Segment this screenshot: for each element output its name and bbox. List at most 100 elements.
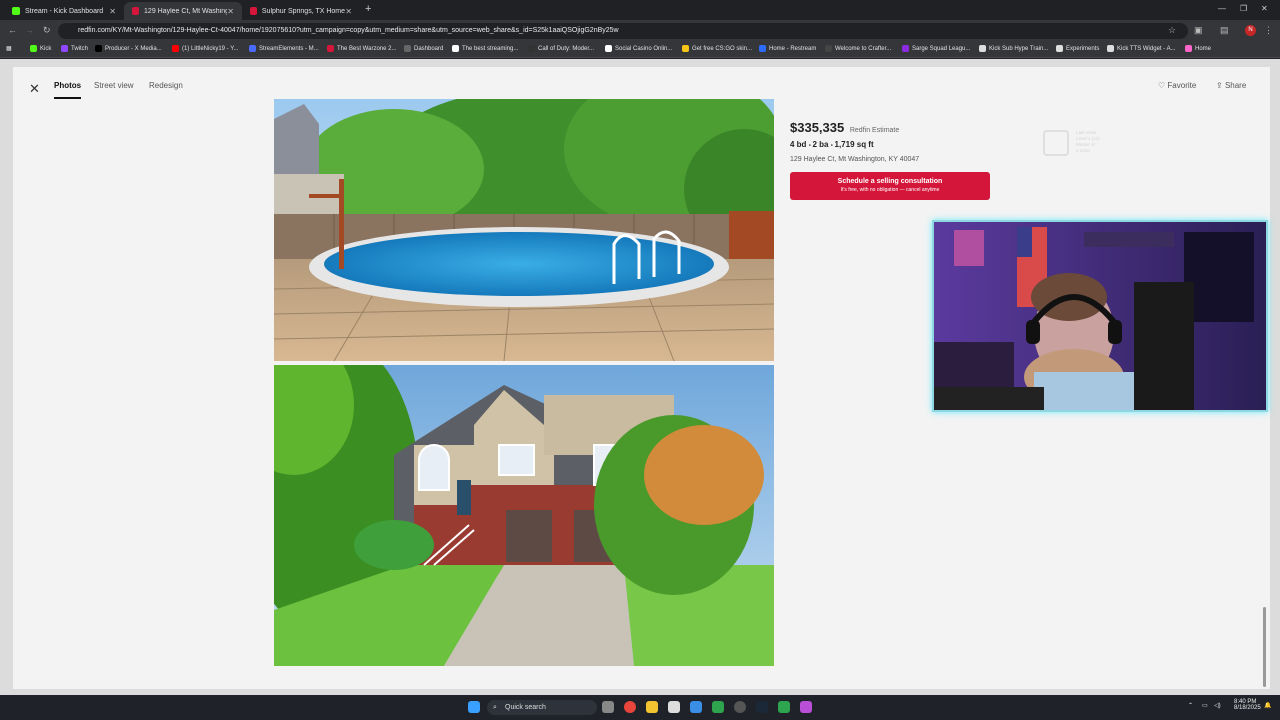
close-icon[interactable]: ✕ [345, 7, 352, 16]
kick-tts-icon [1107, 45, 1114, 52]
tray-chevron-icon[interactable]: ⌃ [1188, 702, 1193, 709]
close-icon[interactable]: ✕ [227, 7, 234, 16]
bookmark-item[interactable]: Kick Sub Hype Train... [979, 45, 1048, 52]
forward-icon[interactable]: → [25, 25, 34, 35]
bookmark-item[interactable]: Sarge Squad Leagu... [902, 45, 970, 52]
redfin-icon [250, 7, 257, 15]
bookmark-item[interactable]: Kick TTS Widget - A... [1107, 45, 1176, 52]
bookmark-item[interactable]: Social Casino Onlin... [605, 45, 672, 52]
ghost-line: a Scko [1076, 148, 1090, 153]
bookmark-label: Twitch [71, 45, 89, 52]
bookmark-item[interactable]: Home [1185, 45, 1211, 52]
heart-icon: ♡ [1158, 81, 1168, 90]
profile-avatar[interactable]: N [1245, 25, 1256, 36]
volume-icon[interactable]: ◁) [1214, 702, 1221, 709]
bookmark-label: Experiments [1066, 45, 1100, 52]
close-icon[interactable]: ✕ [109, 7, 116, 16]
menu-icon[interactable]: ⋮ [1264, 25, 1273, 36]
house-photo [274, 365, 774, 666]
home-icon [1185, 45, 1192, 52]
app-icon[interactable] [668, 701, 680, 713]
task-view-icon[interactable] [602, 701, 614, 713]
cod-icon [528, 45, 535, 52]
bookmark-item[interactable]: Get free CS:GO skin... [682, 45, 752, 52]
quick-search-label: Quick search [505, 704, 546, 711]
clock[interactable]: 8:40 PM 8/18/2025 [1234, 699, 1261, 711]
close-modal-button[interactable]: ✕ [29, 81, 40, 97]
tab-redesign[interactable]: Redesign [149, 81, 183, 90]
quick-search[interactable]: ⌕ Quick search [487, 700, 597, 715]
scrollbar-thumb[interactable] [1263, 607, 1266, 687]
price-value: $335,335 [790, 120, 845, 135]
network-icon[interactable]: ▭ [1202, 702, 1208, 709]
tab-redfin-sulphur[interactable]: Sulphur Springs, TX Homes for ✕ [242, 2, 360, 20]
bookmark-item[interactable]: Twitch [61, 45, 88, 52]
bookmark-label: Kick Sub Hype Train... [989, 45, 1049, 52]
favorite-button[interactable]: ♡ Favorite [1158, 81, 1196, 90]
apps-icon[interactable]: ▦ [6, 45, 12, 52]
bookmark-item[interactable]: Kick [30, 45, 51, 52]
schedule-consultation-button[interactable]: Schedule a selling consultation It's fre… [790, 172, 990, 200]
share-icon: ⇪ [1216, 81, 1225, 90]
tab-label: Sulphur Springs, TX Homes for [261, 7, 346, 15]
new-tab-button[interactable]: + [365, 3, 371, 15]
tab-label: Stream - Kick Dashboard [25, 7, 104, 15]
bookmark-item[interactable]: Dashboard [404, 45, 443, 52]
bookmark-item[interactable]: Welcome to Crafter... [825, 45, 891, 52]
stream-overlay-ghost: Last Visits Level 1 (20) Master of a Sck… [1043, 130, 1113, 160]
sqft-value: 1,719 sq ft [834, 140, 874, 149]
bookmark-item[interactable]: Home - Restream [759, 45, 816, 52]
back-icon[interactable]: ← [8, 25, 17, 35]
estimate-label: Redfin Estimate [849, 127, 900, 134]
kick-icon [30, 45, 37, 52]
kick-icon [12, 7, 20, 15]
steam-icon[interactable] [756, 701, 768, 713]
tab-street-view[interactable]: Street view [94, 81, 134, 90]
tab-label: 129 Haylee Ct, Mt Washington [144, 7, 228, 15]
minimize-icon[interactable]: — [1218, 4, 1226, 13]
bookmark-item[interactable]: The best streaming... [452, 45, 518, 52]
bookmark-label: Kick TTS Widget - A... [1117, 45, 1176, 52]
hype-train-icon [979, 45, 986, 52]
app-icon[interactable] [712, 701, 724, 713]
bookmarks-bar: ▦ Kick Twitch Producer - X Media... (1) … [0, 42, 1280, 58]
app-icon[interactable] [800, 701, 812, 713]
restream-icon [759, 45, 766, 52]
listing-photo-house[interactable] [274, 365, 774, 666]
url-field[interactable]: redfin.com/KY/Mt-Washington/129-Haylee-C… [58, 23, 1188, 39]
notification-icon[interactable]: 🔔 [1264, 702, 1271, 709]
diamond-icon [452, 45, 459, 52]
bookmark-item[interactable]: Call of Duty: Moder... [528, 45, 594, 52]
bookmark-item[interactable]: StreamElements - M... [249, 45, 319, 52]
bookmark-item[interactable]: Experiments [1056, 45, 1099, 52]
bookmark-label: Home [1195, 45, 1212, 52]
pool-photo [274, 99, 774, 361]
listing-photo-pool[interactable] [274, 99, 774, 361]
tab-redfin-haylee[interactable]: 129 Haylee Ct, Mt Washington ✕ [124, 2, 242, 20]
window-close-icon[interactable]: ✕ [1261, 4, 1268, 13]
url-text: redfin.com/KY/Mt-Washington/129-Haylee-C… [78, 27, 619, 34]
bookmark-star-icon[interactable]: ☆ [1168, 25, 1176, 36]
extensions-icon[interactable]: ▣ [1194, 25, 1203, 36]
tab-photos[interactable]: Photos [54, 81, 82, 99]
file-explorer-icon[interactable] [646, 701, 658, 713]
webcam-overlay [932, 220, 1268, 412]
obs-icon[interactable] [734, 701, 746, 713]
bookmark-item[interactable]: Producer - X Media... [95, 45, 162, 52]
share-button[interactable]: ⇪ Share [1216, 81, 1246, 90]
chrome-icon[interactable] [624, 701, 636, 713]
flask-icon [1056, 45, 1063, 52]
youtube-icon [172, 45, 179, 52]
edge-icon[interactable] [690, 701, 702, 713]
tab-kick-dashboard[interactable]: Stream - Kick Dashboard ✕ [4, 2, 124, 20]
bookmark-item[interactable]: (1) LittleNicky19 - Y... [172, 45, 238, 52]
app-icon[interactable] [778, 701, 790, 713]
crafter-icon [825, 45, 832, 52]
streamelements-icon [249, 45, 256, 52]
sidepanel-icon[interactable]: ▤ [1220, 25, 1229, 36]
bookmark-item[interactable]: The Best Warzone 2... [327, 45, 396, 52]
beds-value: 4 bd [790, 140, 807, 149]
reload-icon[interactable]: ↻ [43, 25, 51, 36]
maximize-icon[interactable]: ❐ [1240, 4, 1247, 13]
windows-start-icon[interactable] [468, 701, 480, 713]
